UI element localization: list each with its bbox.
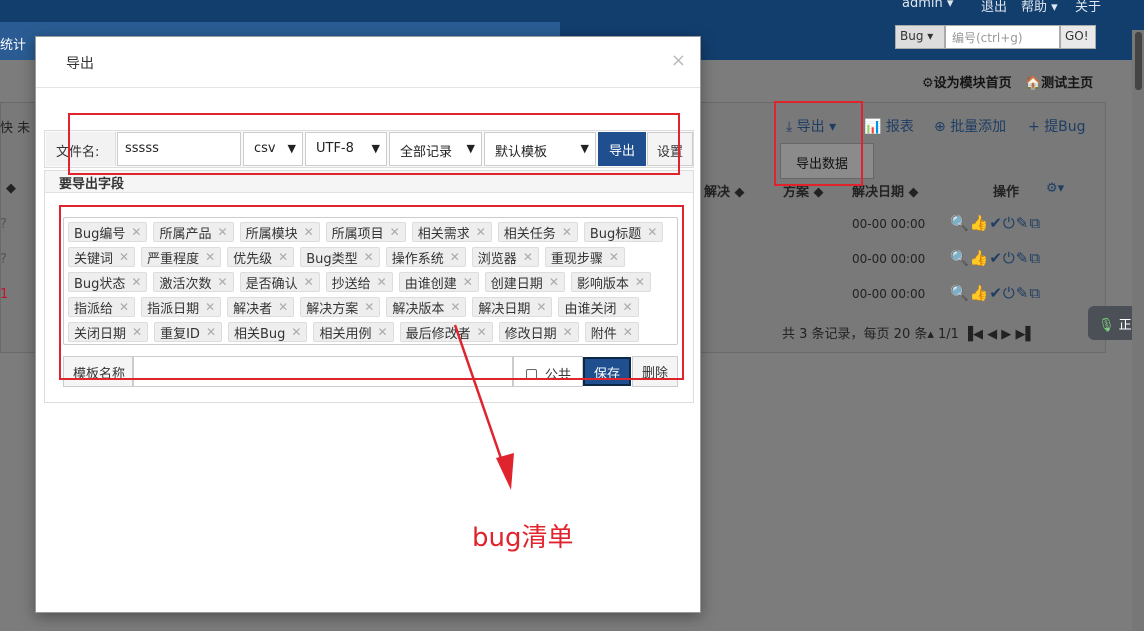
annotation-label: bug清单 (472, 523, 574, 553)
